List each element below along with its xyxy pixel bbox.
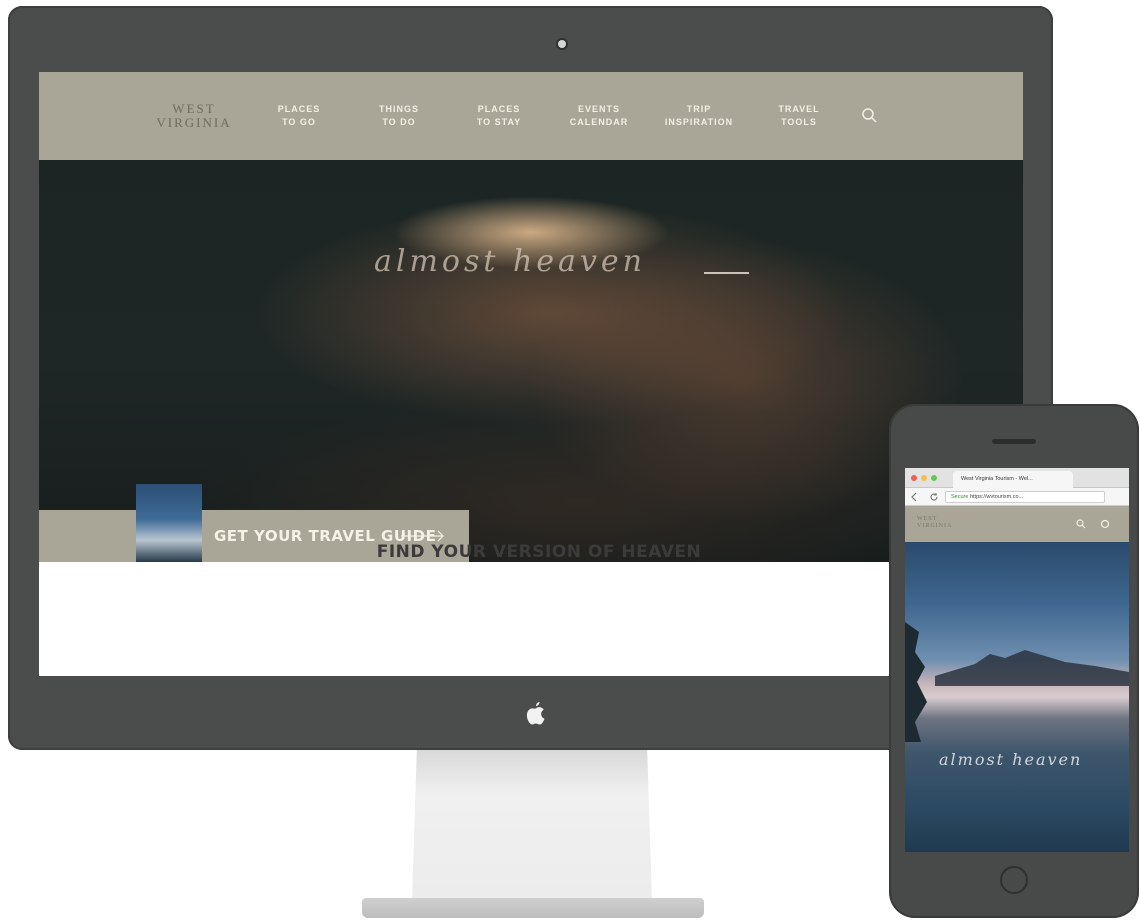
home-button[interactable] [1000,866,1028,894]
back-arrow-icon[interactable] [909,492,919,502]
nav-item-trip-inspiration[interactable]: TRIP INSPIRATION [649,103,749,129]
nav-label: TO GO [282,117,316,127]
logo-line-2: VIRGINIA [917,523,953,529]
mobile-site-logo[interactable]: WEST VIRGINIA [917,516,952,530]
site-nav: WEST VIRGINIA PLACES TO GO THINGS TO DO … [39,72,1023,160]
url-text: https://wvtourism.co... [969,494,1024,500]
apple-logo-icon [526,702,545,725]
nav-item-travel-tools[interactable]: TRAVEL TOOLS [749,103,849,129]
mobile-screen: West Virginia Tourism - Wel... Secure ht… [905,468,1129,852]
browser-tab[interactable]: West Virginia Tourism - Wel... [953,471,1073,488]
nav-label: CALENDAR [569,117,629,127]
tree-silhouette [905,622,927,742]
nav-label: TO DO [382,117,416,127]
camera-icon [558,40,566,48]
browser-address-bar: Secure https://wvtourism.co... [905,488,1129,506]
monitor-stand-base [362,898,704,918]
search-icon[interactable] [855,101,885,131]
close-window-icon[interactable] [911,475,917,481]
nav-label: TRIP [686,104,712,114]
nav-label: TO STAY [476,117,522,127]
arrow-right-icon [401,530,444,542]
desktop-screen: WEST VIRGINIA PLACES TO GO THINGS TO DO … [39,72,1023,676]
mobile-site-nav: WEST VIRGINIA [905,506,1129,542]
reload-icon[interactable] [929,492,939,502]
nav-item-places-to-go[interactable]: PLACES TO GO [249,103,349,129]
mobile-hero-script-text: almost heaven [939,750,1083,769]
site-logo[interactable]: WEST VIRGINIA [139,102,249,130]
nav-label: TOOLS [781,117,817,127]
phone-speaker [992,439,1036,444]
minimize-window-icon[interactable] [921,475,927,481]
search-icon[interactable] [1075,518,1087,530]
nav-item-places-to-stay[interactable]: PLACES TO STAY [449,103,549,129]
mobile-phone: West Virginia Tourism - Wel... Secure ht… [889,404,1139,918]
nav-item-events-calendar[interactable]: EVENTS CALENDAR [549,103,649,129]
monitor-stand [412,750,652,900]
nav-label: THINGS [378,104,419,114]
logo-line-1: WEST [917,516,938,522]
hero-script-underline [704,272,749,274]
url-input[interactable]: Secure https://wvtourism.co... [945,491,1105,503]
secure-label: Secure [951,494,969,500]
logo-line-1: WEST [172,101,216,116]
nav-label: TRAVEL [778,104,820,114]
section-heading: FIND YOUR VERSION OF HEAVEN [376,542,702,562]
browser-tab-bar: West Virginia Tourism - Wel... [905,468,1129,488]
nav-item-things-to-do[interactable]: THINGS TO DO [349,103,449,129]
logo-line-2: VIRGINIA [156,115,232,130]
mountain-silhouette [935,650,1129,686]
mobile-hero-banner: almost heaven [905,542,1129,852]
nav-label: PLACES [277,104,321,114]
hero-script-text: almost heaven [374,244,646,279]
hero-banner: almost heaven GET YOUR TRAVEL GUIDE [39,160,1023,562]
nav-label: INSPIRATION [664,117,734,127]
menu-icon[interactable] [1099,518,1111,530]
nav-label: PLACES [477,104,521,114]
nav-label: EVENTS [577,104,620,114]
maximize-window-icon[interactable] [931,475,937,481]
